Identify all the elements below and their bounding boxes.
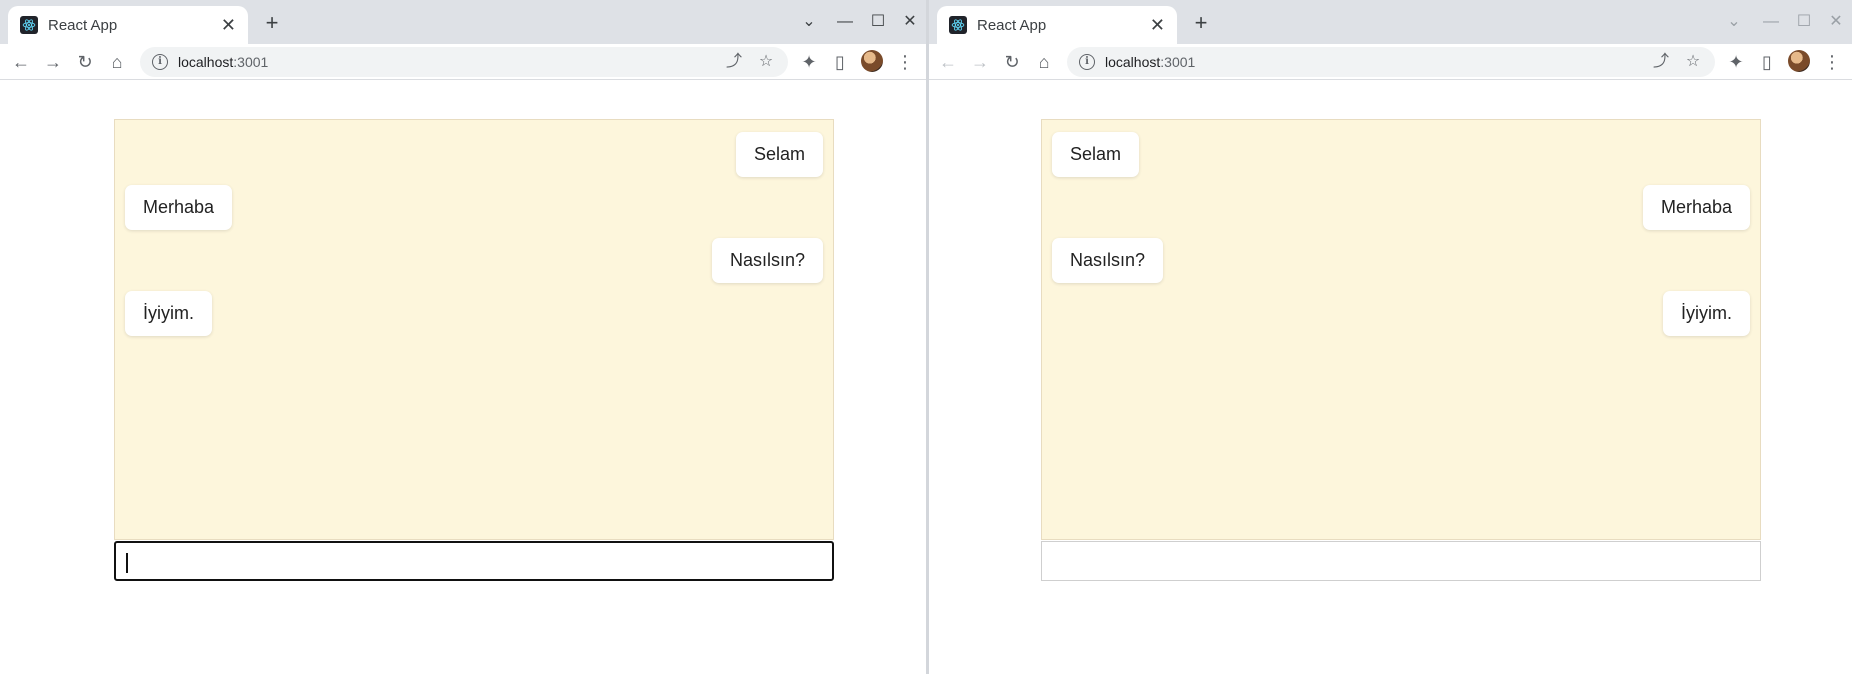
minimize-icon[interactable]: — [1758,8,1784,36]
browser-toolbar: ← → ↻ ⌂ i localhost:3001 ⤴ ☆ ✦ ▯ ⋮ [0,44,926,80]
extensions-icon[interactable]: ✦ [795,48,823,76]
chat-messages-panel: Selam Merhaba Nasılsın? İyiyim. [1041,119,1761,540]
forward-arrow-icon[interactable]: → [39,48,67,76]
browser-toolbar: ← → ↻ ⌂ i localhost:3001 ⤴ ☆ ✦ ▯ ⋮ [929,44,1852,80]
more-menu-icon[interactable]: ⋮ [895,48,915,76]
browser-window-left: React App ✕ + ⌄ — ☐ ✕ ← → ↻ ⌂ i localhos… [0,0,926,674]
back-arrow-icon[interactable]: ← [7,48,35,76]
forward-arrow-icon[interactable]: → [966,48,994,76]
back-arrow-icon[interactable]: ← [934,48,962,76]
maximize-icon[interactable]: ☐ [1791,8,1817,36]
star-icon[interactable]: ☆ [1679,47,1707,77]
tab-react-app[interactable]: React App ✕ [8,6,248,44]
chat-bubble: Merhaba [125,185,233,230]
chat-messages-panel: Selam Merhaba Nasılsın? İyiyim. [114,119,834,540]
close-icon[interactable]: ✕ [1823,8,1849,36]
home-icon[interactable]: ⌂ [103,48,131,76]
avatar[interactable] [861,50,883,72]
text-caret [126,553,128,573]
info-icon[interactable]: i [1079,54,1095,70]
chat-bubble: Nasılsın? [711,238,823,283]
address-bar[interactable]: i localhost:3001 ⤴ ☆ [1067,47,1715,77]
chat-bubble: İyiyim. [125,291,212,336]
side-panel-icon[interactable]: ▯ [826,48,854,76]
chat-bubble: Nasılsın? [1052,238,1164,283]
minimize-icon[interactable]: — [832,8,858,36]
home-icon[interactable]: ⌂ [1030,48,1058,76]
react-logo-icon [20,16,38,34]
star-icon[interactable]: ☆ [752,47,780,77]
share-icon[interactable]: ⤴ [720,47,748,77]
chevron-down-icon[interactable]: ⌄ [796,8,822,36]
reload-icon[interactable]: ↻ [998,48,1026,76]
tab-title: React App [48,16,118,34]
chat-bubble: İyiyim. [1663,291,1750,336]
message-input[interactable] [1041,541,1761,581]
browser-window-right: React App ✕ + ⌄ — ☐ ✕ ← → ↻ ⌂ i localhos… [929,0,1852,674]
reload-icon[interactable]: ↻ [71,48,99,76]
tab-title: React App [977,16,1047,34]
close-icon[interactable]: ✕ [1150,16,1165,34]
share-icon[interactable]: ⤴ [1647,47,1675,77]
plus-icon[interactable]: + [1187,10,1215,38]
close-icon[interactable]: ✕ [221,16,236,34]
more-menu-icon[interactable]: ⋮ [1822,48,1842,76]
url-text: localhost:3001 [178,54,269,70]
avatar[interactable] [1788,50,1810,72]
message-input[interactable] [114,541,834,581]
chat-bubble: Selam [1052,132,1140,177]
chevron-down-icon[interactable]: ⌄ [1721,8,1747,36]
address-bar[interactable]: i localhost:3001 ⤴ ☆ [140,47,788,77]
plus-icon[interactable]: + [258,10,286,38]
tab-strip: React App ✕ + ⌄ — ☐ ✕ [0,0,926,44]
info-icon[interactable]: i [152,54,168,70]
maximize-icon[interactable]: ☐ [865,8,891,36]
close-icon[interactable]: ✕ [897,8,923,36]
tab-react-app[interactable]: React App ✕ [937,6,1177,44]
chat-bubble: Selam [735,132,823,177]
chat-bubble: Merhaba [1642,185,1750,230]
side-panel-icon[interactable]: ▯ [1753,48,1781,76]
extensions-icon[interactable]: ✦ [1722,48,1750,76]
react-logo-icon [949,16,967,34]
tab-strip: React App ✕ + ⌄ — ☐ ✕ [929,0,1852,44]
url-text: localhost:3001 [1105,54,1196,70]
